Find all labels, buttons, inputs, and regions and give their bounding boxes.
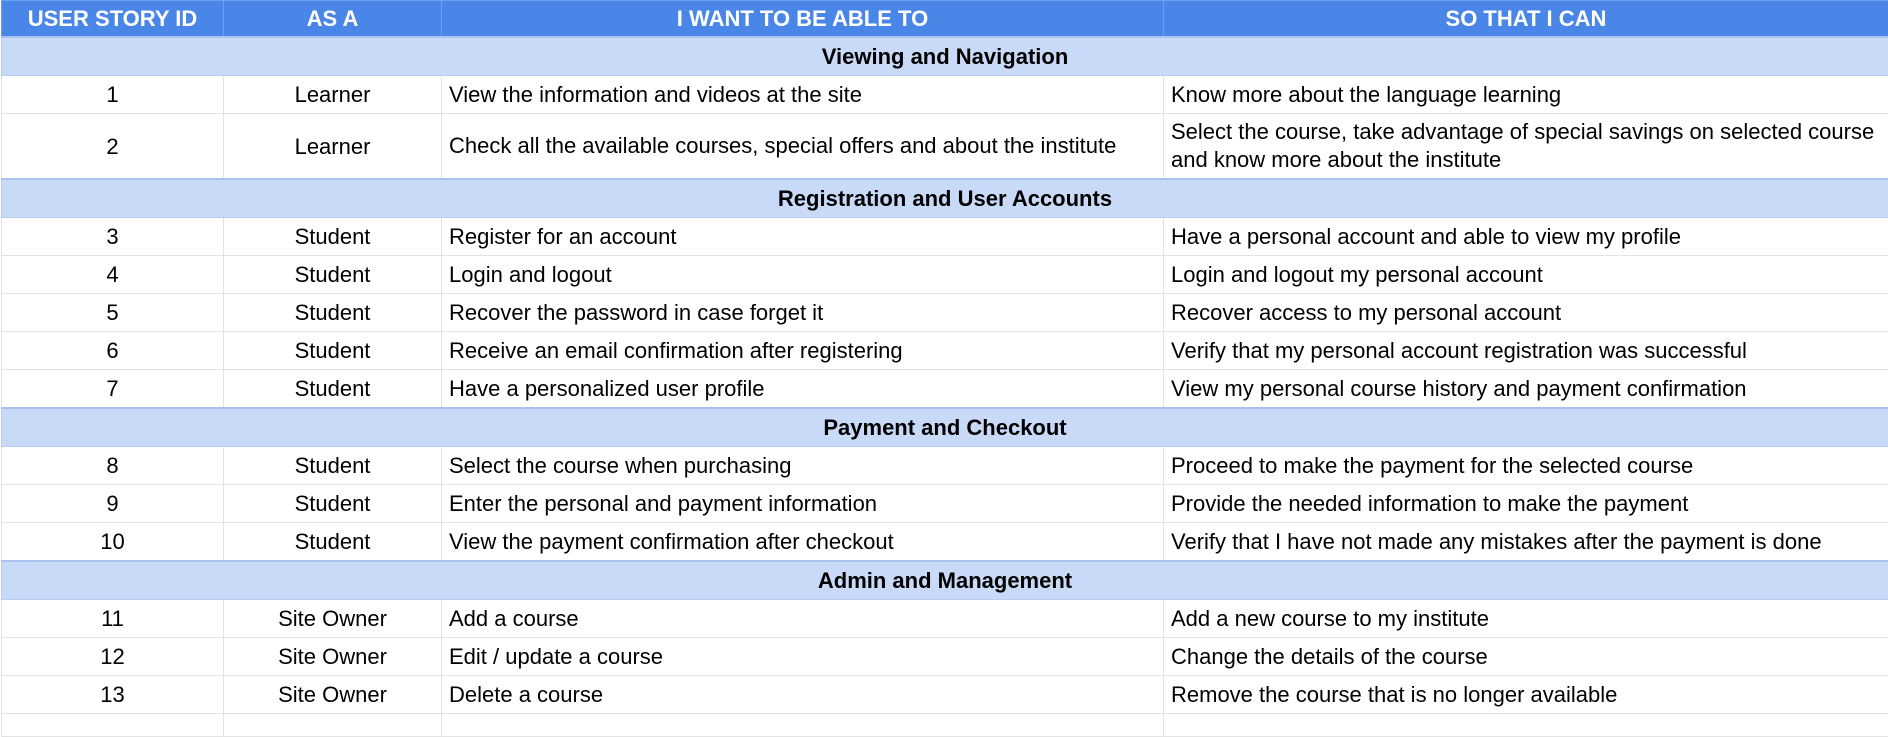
cell-so-that[interactable]: Verify that my personal account registra… <box>1164 332 1888 370</box>
cell-i-want[interactable]: Have a personalized user profile <box>442 370 1164 409</box>
cell-so-that[interactable]: Login and logout my personal account <box>1164 256 1888 294</box>
cell-i-want[interactable]: Login and logout <box>442 256 1164 294</box>
cell-as-a[interactable]: Student <box>224 256 442 294</box>
cell-as-a[interactable]: Learner <box>224 114 442 180</box>
section-title[interactable]: Payment and Checkout <box>2 408 1888 447</box>
cell-user-story-id[interactable]: 4 <box>2 256 224 294</box>
cell-so-that[interactable]: Recover access to my personal account <box>1164 294 1888 332</box>
cell-so-that[interactable]: View my personal course history and paym… <box>1164 370 1888 409</box>
section-title[interactable]: Registration and User Accounts <box>2 179 1888 218</box>
table-row: 2LearnerCheck all the available courses,… <box>2 114 1888 180</box>
cell-user-story-id[interactable]: 6 <box>2 332 224 370</box>
section-header-row: Admin and Management <box>2 561 1888 600</box>
empty-cell[interactable] <box>1164 714 1888 737</box>
table-row: 12Site OwnerEdit / update a courseChange… <box>2 638 1888 676</box>
cell-user-story-id[interactable]: 5 <box>2 294 224 332</box>
table-row: 4StudentLogin and logoutLogin and logout… <box>2 256 1888 294</box>
user-stories-table: USER STORY ID AS A I WANT TO BE ABLE TO … <box>1 0 1888 737</box>
section-header-row: Payment and Checkout <box>2 408 1888 447</box>
cell-user-story-id[interactable]: 9 <box>2 485 224 523</box>
table-row: 3StudentRegister for an accountHave a pe… <box>2 218 1888 256</box>
cell-as-a[interactable]: Student <box>224 447 442 485</box>
table-row: 9StudentEnter the personal and payment i… <box>2 485 1888 523</box>
cell-i-want[interactable]: Edit / update a course <box>442 638 1164 676</box>
cell-i-want[interactable]: Enter the personal and payment informati… <box>442 485 1164 523</box>
table-body: Viewing and Navigation1LearnerView the i… <box>2 37 1888 737</box>
table-row <box>2 714 1888 737</box>
cell-i-want[interactable]: View the information and videos at the s… <box>442 76 1164 114</box>
empty-cell[interactable] <box>224 714 442 737</box>
cell-i-want[interactable]: Register for an account <box>442 218 1164 256</box>
cell-so-that[interactable]: Change the details of the course <box>1164 638 1888 676</box>
cell-as-a[interactable]: Site Owner <box>224 676 442 714</box>
cell-i-want[interactable]: Receive an email confirmation after regi… <box>442 332 1164 370</box>
section-header-row: Viewing and Navigation <box>2 37 1888 76</box>
cell-i-want[interactable]: Check all the available courses, special… <box>442 114 1164 180</box>
cell-as-a[interactable]: Student <box>224 523 442 562</box>
header-so-that[interactable]: SO THAT I CAN <box>1164 1 1888 38</box>
table-row: 8StudentSelect the course when purchasin… <box>2 447 1888 485</box>
header-user-story-id[interactable]: USER STORY ID <box>2 1 224 38</box>
cell-as-a[interactable]: Site Owner <box>224 638 442 676</box>
cell-user-story-id[interactable]: 8 <box>2 447 224 485</box>
cell-user-story-id[interactable]: 11 <box>2 600 224 638</box>
table-row: 11Site OwnerAdd a courseAdd a new course… <box>2 600 1888 638</box>
cell-as-a[interactable]: Student <box>224 332 442 370</box>
section-title[interactable]: Viewing and Navigation <box>2 37 1888 76</box>
cell-i-want[interactable]: Delete a course <box>442 676 1164 714</box>
cell-user-story-id[interactable]: 10 <box>2 523 224 562</box>
cell-so-that[interactable]: Know more about the language learning <box>1164 76 1888 114</box>
cell-so-that[interactable]: Add a new course to my institute <box>1164 600 1888 638</box>
cell-so-that[interactable]: Verify that I have not made any mistakes… <box>1164 523 1888 562</box>
cell-user-story-id[interactable]: 1 <box>2 76 224 114</box>
table-row: 10StudentView the payment confirmation a… <box>2 523 1888 562</box>
table-row: 5StudentRecover the password in case for… <box>2 294 1888 332</box>
header-i-want[interactable]: I WANT TO BE ABLE TO <box>442 1 1164 38</box>
cell-user-story-id[interactable]: 12 <box>2 638 224 676</box>
section-header-row: Registration and User Accounts <box>2 179 1888 218</box>
cell-user-story-id[interactable]: 13 <box>2 676 224 714</box>
cell-so-that[interactable]: Have a personal account and able to view… <box>1164 218 1888 256</box>
cell-i-want[interactable]: View the payment confirmation after chec… <box>442 523 1164 562</box>
cell-user-story-id[interactable]: 7 <box>2 370 224 409</box>
cell-as-a[interactable]: Student <box>224 218 442 256</box>
cell-so-that[interactable]: Remove the course that is no longer avai… <box>1164 676 1888 714</box>
cell-so-that[interactable]: Proceed to make the payment for the sele… <box>1164 447 1888 485</box>
empty-cell[interactable] <box>2 714 224 737</box>
cell-as-a[interactable]: Student <box>224 370 442 409</box>
empty-cell[interactable] <box>442 714 1164 737</box>
cell-as-a[interactable]: Site Owner <box>224 600 442 638</box>
cell-i-want[interactable]: Select the course when purchasing <box>442 447 1164 485</box>
table-row: 13Site OwnerDelete a courseRemove the co… <box>2 676 1888 714</box>
cell-user-story-id[interactable]: 3 <box>2 218 224 256</box>
cell-as-a[interactable]: Student <box>224 294 442 332</box>
table-row: 1LearnerView the information and videos … <box>2 76 1888 114</box>
header-as-a[interactable]: AS A <box>224 1 442 38</box>
header-row: USER STORY ID AS A I WANT TO BE ABLE TO … <box>2 1 1888 38</box>
table-row: 6StudentReceive an email confirmation af… <box>2 332 1888 370</box>
cell-so-that[interactable]: Provide the needed information to make t… <box>1164 485 1888 523</box>
table-row: 7StudentHave a personalized user profile… <box>2 370 1888 409</box>
cell-as-a[interactable]: Student <box>224 485 442 523</box>
section-title[interactable]: Admin and Management <box>2 561 1888 600</box>
cell-user-story-id[interactable]: 2 <box>2 114 224 180</box>
cell-i-want[interactable]: Add a course <box>442 600 1164 638</box>
cell-as-a[interactable]: Learner <box>224 76 442 114</box>
cell-i-want[interactable]: Recover the password in case forget it <box>442 294 1164 332</box>
cell-so-that[interactable]: Select the course, take advantage of spe… <box>1164 114 1888 180</box>
